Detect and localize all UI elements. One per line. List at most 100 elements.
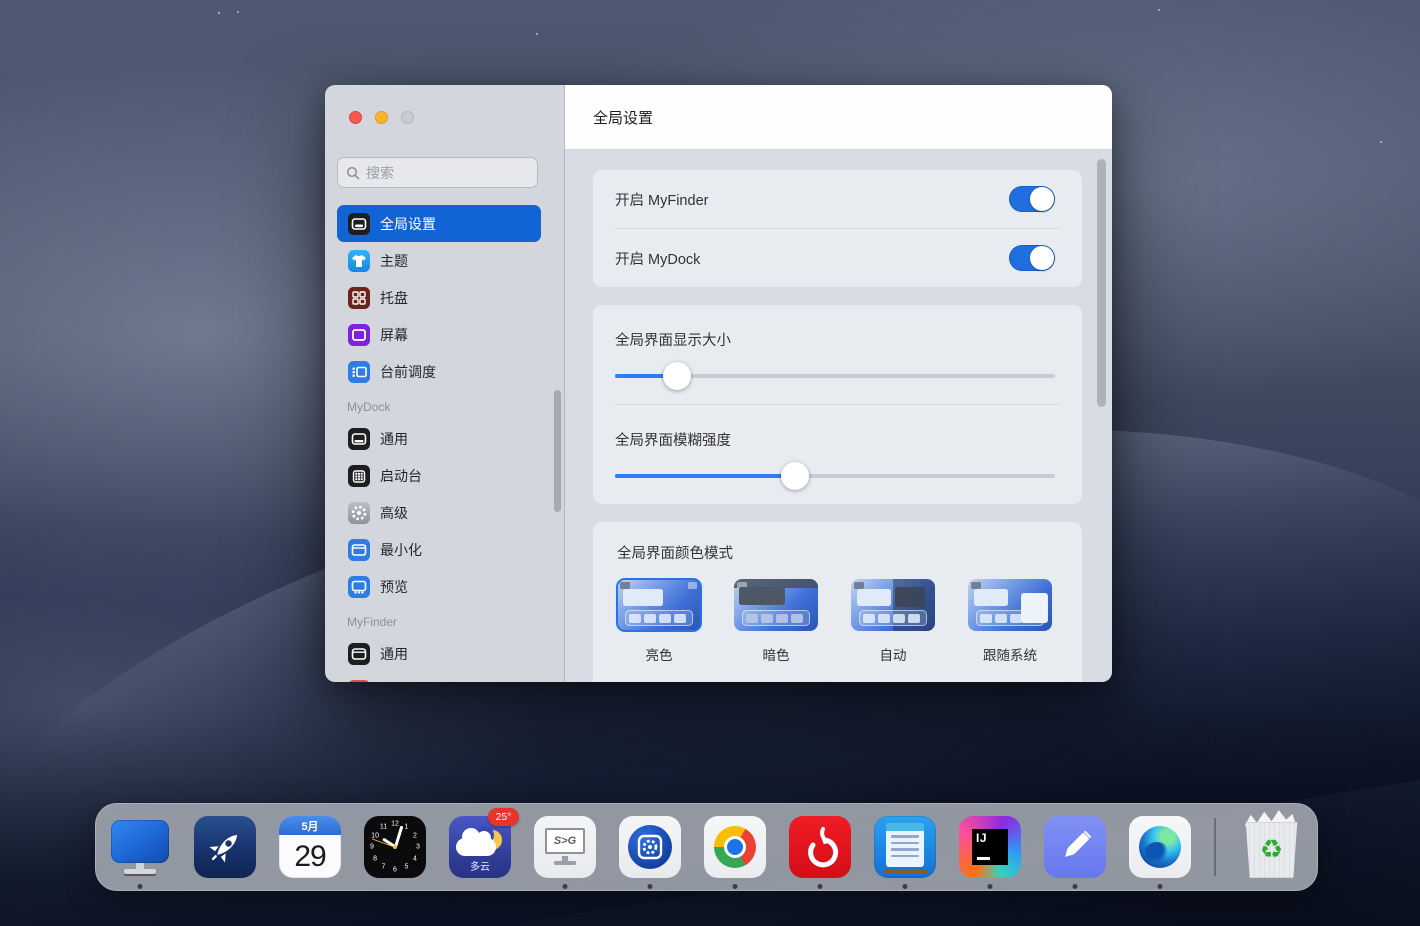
toggle-row-myfinder: 开启 MyFinder	[593, 170, 1082, 228]
toggle-row-mydock: 开启 MyDock	[593, 229, 1082, 287]
slider-thumb[interactable]	[663, 362, 691, 390]
dock-item-recycle-bin[interactable]: ♻	[1237, 814, 1307, 880]
running-indicator	[733, 884, 738, 889]
clock-center-cap	[393, 845, 397, 849]
weather-condition: 多云	[449, 858, 511, 873]
running-indicator	[1158, 884, 1163, 889]
search-icon	[346, 166, 360, 180]
sidebar-item-theme[interactable]: 主题	[337, 242, 541, 279]
notepad-bottom-bar	[884, 869, 928, 874]
sidebar-item-screen[interactable]: 屏幕	[337, 316, 541, 353]
gear-circle	[628, 825, 672, 869]
trash-bin: ♻	[1244, 822, 1300, 878]
sidebar-item-global-settings[interactable]: 全局设置	[337, 205, 541, 242]
sliders-card: 全局界面显示大小 全局界面模糊强度	[593, 305, 1082, 504]
sidebar-item-label: 通用	[380, 429, 408, 449]
sidebar-item-tray[interactable]: 托盘	[337, 279, 541, 316]
sidebar-item-label: 通用	[380, 644, 408, 664]
monitor-base	[554, 861, 576, 865]
running-indicator	[138, 884, 143, 889]
main-scrollbar[interactable]	[1097, 159, 1106, 407]
ui-scale-slider[interactable]	[615, 374, 1055, 378]
sidebar-item-label: 屏幕	[380, 325, 408, 345]
sidebar-scrollbar[interactable]	[554, 390, 561, 512]
calendar-icon: 5月 29	[279, 816, 341, 878]
sidebar-item-myfinder-general[interactable]: 通用	[337, 635, 541, 672]
sidebar-item-stage-manager[interactable]: 台前调度	[337, 353, 541, 390]
sidebar-section-myfinder: MyFinder	[337, 609, 564, 635]
close-button[interactable]	[349, 111, 362, 124]
sidebar-item-mydock-general[interactable]: 通用	[337, 420, 541, 457]
color-mode-dark[interactable]: 暗色	[734, 579, 818, 664]
dock-item-netease-music[interactable]	[787, 814, 853, 880]
color-mode-options: 亮色 暗色	[617, 579, 1060, 664]
mydock-toggle[interactable]	[1009, 245, 1055, 271]
color-mode-option-label: 跟随系统	[983, 644, 1037, 664]
minimize-button[interactable]	[375, 111, 388, 124]
sidebar-item-label: 高级	[380, 503, 408, 523]
dock-item-notes[interactable]	[1042, 814, 1108, 880]
sidebar-item-notifications[interactable]: 通知	[337, 672, 541, 682]
edge-icon	[1129, 816, 1191, 878]
sidebar-item-label: 最小化	[380, 540, 422, 560]
running-indicator	[563, 884, 568, 889]
weather-icon: 多云 25°	[449, 816, 511, 878]
intellij-underscore	[977, 857, 990, 860]
dock-item-notepad[interactable]	[872, 814, 938, 880]
tshirt-icon	[348, 250, 370, 272]
color-mode-follow-system[interactable]: 跟随系统	[968, 579, 1052, 664]
screen-icon	[348, 324, 370, 346]
running-indicator	[988, 884, 993, 889]
settings-content: 开启 MyFinder 开启 MyDock 全局界面显示大小	[565, 150, 1112, 682]
dock-item-screencap-tool[interactable]: S>G	[532, 814, 598, 880]
slider-label: 全局界面显示大小	[615, 329, 1055, 350]
dock-item-edge[interactable]	[1127, 814, 1193, 880]
intellij-icon: IJ	[959, 816, 1021, 878]
slider-label: 全局界面模糊强度	[615, 429, 1055, 450]
toggle-label: 开启 MyDock	[615, 248, 700, 269]
pencil-icon	[1044, 816, 1106, 878]
blur-strength-slider[interactable]	[615, 474, 1055, 478]
page-title: 全局设置	[593, 107, 653, 128]
star	[536, 33, 538, 35]
chrome-logo	[714, 826, 756, 868]
follow-system-thumbnail	[968, 579, 1052, 631]
traffic-lights	[349, 111, 414, 124]
slider-row-ui-scale: 全局界面显示大小	[593, 305, 1082, 404]
cloud-icon	[456, 838, 496, 856]
sidebar-nav: 全局设置 主题 托盘	[325, 203, 564, 682]
notepad-icon	[874, 816, 936, 878]
slider-thumb[interactable]	[781, 462, 809, 490]
rocket-icon	[194, 816, 256, 878]
calendar-month: 5月	[279, 816, 341, 835]
color-mode-option-label: 自动	[880, 644, 907, 664]
color-mode-auto[interactable]: 自动	[851, 579, 935, 664]
dock-item-intellij[interactable]: IJ	[957, 814, 1023, 880]
dock-item-chrome[interactable]	[702, 814, 768, 880]
sidebar-item-minimize-settings[interactable]: 最小化	[337, 531, 541, 568]
maximize-button[interactable]	[401, 111, 414, 124]
dock-item-weather[interactable]: 多云 25°	[447, 814, 513, 880]
search-box[interactable]	[337, 157, 538, 188]
dock-item-launchpad[interactable]	[192, 814, 258, 880]
tray-grid-icon	[348, 287, 370, 309]
star	[218, 12, 220, 14]
running-indicator	[648, 884, 653, 889]
dock-item-clock[interactable]: 121234567891011	[362, 814, 428, 880]
dock-item-my-computer[interactable]	[107, 814, 173, 880]
dock-item-driver-tool[interactable]	[617, 814, 683, 880]
sidebar-item-launchpad-settings[interactable]: 启动台	[337, 457, 541, 494]
star	[1158, 9, 1160, 11]
sidebar-item-advanced[interactable]: 高级	[337, 494, 541, 531]
running-indicator	[1073, 884, 1078, 889]
dock-icon	[348, 428, 370, 450]
color-mode-light[interactable]: 亮色	[617, 579, 701, 664]
toggle-knob	[1030, 246, 1054, 270]
dock-item-calendar[interactable]: 5月 29	[277, 814, 343, 880]
chrome-icon	[704, 816, 766, 878]
sidebar-item-preview[interactable]: 预览	[337, 568, 541, 605]
myfinder-toggle[interactable]	[1009, 186, 1055, 212]
edge-logo	[1139, 826, 1181, 868]
search-input[interactable]	[366, 165, 529, 181]
sidebar-section-mydock: MyDock	[337, 394, 564, 420]
